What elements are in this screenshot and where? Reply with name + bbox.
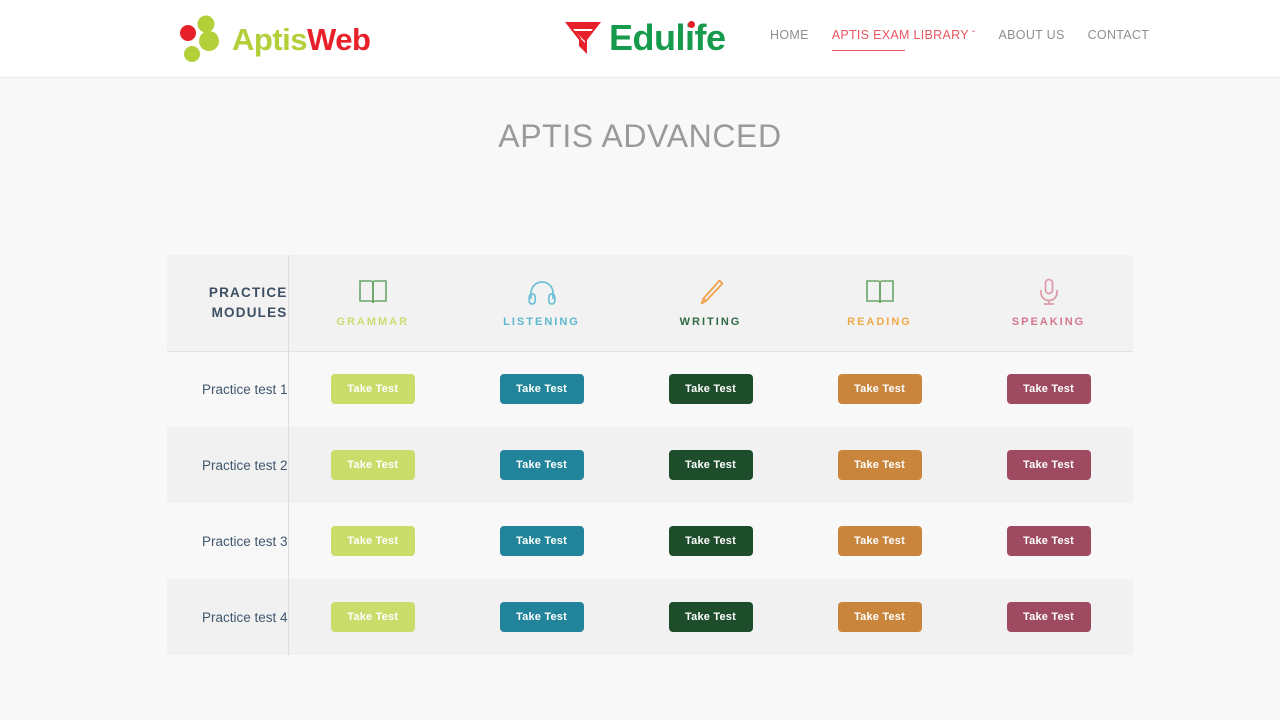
- row-label-practice-test-3: Practice test 3: [167, 503, 289, 579]
- cell-grammar-test-1: Take Test: [288, 351, 457, 427]
- practice-modules-table-wrapper: PRACTICE MODULES GRAMMAR LISTENING WRITI…: [167, 255, 1133, 655]
- cell-speaking-test-2: Take Test: [964, 427, 1133, 503]
- cell-listening-test-3: Take Test: [457, 503, 626, 579]
- take-test-button-listening-4[interactable]: Take Test: [499, 602, 584, 632]
- site-header: AptisWeb Edulife HOME APTIS EXAM LIBRARY…: [0, 0, 1280, 78]
- column-header-reading-label: READING: [847, 316, 912, 329]
- take-test-button-grammar-4[interactable]: Take Test: [330, 602, 415, 632]
- practice-modules-table: PRACTICE MODULES GRAMMAR LISTENING WRITI…: [167, 255, 1133, 655]
- column-header-grammar-label: GRAMMAR: [336, 316, 410, 329]
- pencil-icon: [626, 277, 795, 307]
- page-title: APTIS ADVANCED: [498, 118, 782, 154]
- take-test-button-writing-3[interactable]: Take Test: [668, 526, 753, 556]
- take-test-button-reading-1[interactable]: Take Test: [837, 374, 922, 405]
- column-header-grammar: GRAMMAR: [288, 255, 458, 352]
- take-test-button-writing-4[interactable]: Take Test: [668, 602, 753, 632]
- cell-grammar-test-4: Take Test: [288, 579, 457, 655]
- table-row: Practice test 1 Take Test Take Test Take…: [167, 351, 1133, 427]
- edulife-logo[interactable]: Edulife: [563, 14, 726, 62]
- take-test-button-reading-4[interactable]: Take Test: [837, 602, 922, 632]
- table-row: Practice test 2 Take Test Take Test Take…: [167, 427, 1133, 503]
- column-header-reading: READING: [795, 255, 964, 352]
- nav-item-home[interactable]: HOME: [770, 28, 809, 51]
- take-test-button-grammar-3[interactable]: Take Test: [330, 526, 415, 556]
- take-test-button-writing-2[interactable]: Take Test: [668, 450, 753, 480]
- cell-grammar-test-2: Take Test: [288, 427, 457, 503]
- take-test-button-writing-1[interactable]: Take Test: [668, 374, 753, 405]
- table-row: Practice test 3 Take Test Take Test Take…: [167, 503, 1133, 579]
- aptisweb-wordmark-web: Web: [307, 21, 371, 57]
- cell-listening-test-1: Take Test: [457, 351, 626, 427]
- take-test-button-speaking-4[interactable]: Take Test: [1006, 602, 1091, 632]
- edulife-wordmark-text: Edulife: [609, 17, 726, 58]
- cell-reading-test-1: Take Test: [795, 351, 964, 427]
- cell-writing-test-4: Take Test: [626, 579, 795, 655]
- cell-grammar-test-3: Take Test: [288, 503, 457, 579]
- edulife-accent-dot-icon: [688, 21, 695, 28]
- row-label-practice-test-1: Practice test 1: [167, 351, 289, 427]
- cell-reading-test-3: Take Test: [795, 503, 964, 579]
- take-test-button-listening-2[interactable]: Take Test: [499, 450, 584, 480]
- column-header-listening-label: LISTENING: [503, 316, 580, 329]
- headphones-icon: [457, 277, 626, 307]
- nav-item-about-us[interactable]: ABOUT US: [999, 28, 1065, 51]
- nav-item-aptis-exam-library-label: APTIS EXAM LIBRARY: [831, 28, 969, 42]
- nav-active-underline: [831, 49, 905, 51]
- take-test-button-listening-1[interactable]: Take Test: [499, 374, 584, 405]
- practice-modules-corner-label: PRACTICE MODULES: [167, 255, 289, 352]
- corner-label-line1: PRACTICE: [208, 285, 288, 301]
- cell-listening-test-2: Take Test: [457, 427, 626, 503]
- aptisweb-logo[interactable]: AptisWeb: [178, 12, 371, 66]
- take-test-button-speaking-3[interactable]: Take Test: [1006, 526, 1091, 556]
- cell-writing-test-2: Take Test: [626, 427, 795, 503]
- nav-item-about-us-label: ABOUT US: [998, 28, 1065, 42]
- nav-item-contact[interactable]: CONTACT: [1088, 28, 1150, 51]
- cell-writing-test-3: Take Test: [626, 503, 795, 579]
- nav-item-contact-label: CONTACT: [1087, 28, 1150, 42]
- table-body: Practice test 1 Take Test Take Test Take…: [167, 351, 1133, 655]
- cell-writing-test-1: Take Test: [626, 351, 795, 427]
- open-book-icon: [289, 277, 458, 307]
- cell-speaking-test-1: Take Test: [964, 351, 1133, 427]
- take-test-button-grammar-2[interactable]: Take Test: [330, 450, 415, 480]
- cell-speaking-test-4: Take Test: [964, 579, 1133, 655]
- take-test-button-reading-2[interactable]: Take Test: [837, 450, 922, 480]
- aptisweb-wordmark-aptis: Aptis: [232, 21, 308, 57]
- aptisweb-wordmark: AptisWeb: [232, 21, 371, 57]
- take-test-button-speaking-2[interactable]: Take Test: [1006, 450, 1091, 480]
- funnel-logo-icon: [563, 19, 603, 57]
- column-header-speaking: SPEAKING: [964, 255, 1133, 352]
- column-header-speaking-label: SPEAKING: [1011, 316, 1086, 329]
- microphone-icon: [964, 277, 1133, 307]
- cell-speaking-test-3: Take Test: [964, 503, 1133, 579]
- cell-reading-test-2: Take Test: [795, 427, 964, 503]
- column-header-writing: WRITING: [626, 255, 795, 352]
- table-row: Practice test 4 Take Test Take Test Take…: [167, 579, 1133, 655]
- corner-label-line2: MODULES: [211, 304, 288, 320]
- column-header-writing-label: WRITING: [679, 316, 742, 329]
- row-label-practice-test-2: Practice test 2: [167, 427, 289, 503]
- row-label-practice-test-4: Practice test 4: [167, 579, 289, 655]
- take-test-button-listening-3[interactable]: Take Test: [499, 526, 584, 556]
- aptisweb-dots-icon: [178, 14, 230, 64]
- table-header-row: PRACTICE MODULES GRAMMAR LISTENING WRITI…: [167, 255, 1133, 352]
- take-test-button-speaking-1[interactable]: Take Test: [1006, 374, 1091, 405]
- take-test-button-reading-3[interactable]: Take Test: [837, 526, 922, 556]
- edulife-wordmark: Edulife: [609, 20, 726, 56]
- take-test-button-grammar-1[interactable]: Take Test: [330, 374, 415, 405]
- nav-item-home-label: HOME: [770, 28, 809, 42]
- chevron-down-icon: ˇ: [971, 30, 976, 41]
- main-navigation: HOME APTIS EXAM LIBRARY ˇ ABOUT US CONTAC…: [770, 28, 1149, 51]
- nav-item-aptis-exam-library[interactable]: APTIS EXAM LIBRARY ˇ: [831, 28, 976, 51]
- column-header-listening: LISTENING: [457, 255, 626, 352]
- open-book-icon: [795, 277, 964, 307]
- table-header: PRACTICE MODULES GRAMMAR LISTENING WRITI…: [167, 255, 1133, 352]
- cell-reading-test-4: Take Test: [795, 579, 964, 655]
- cell-listening-test-4: Take Test: [457, 579, 626, 655]
